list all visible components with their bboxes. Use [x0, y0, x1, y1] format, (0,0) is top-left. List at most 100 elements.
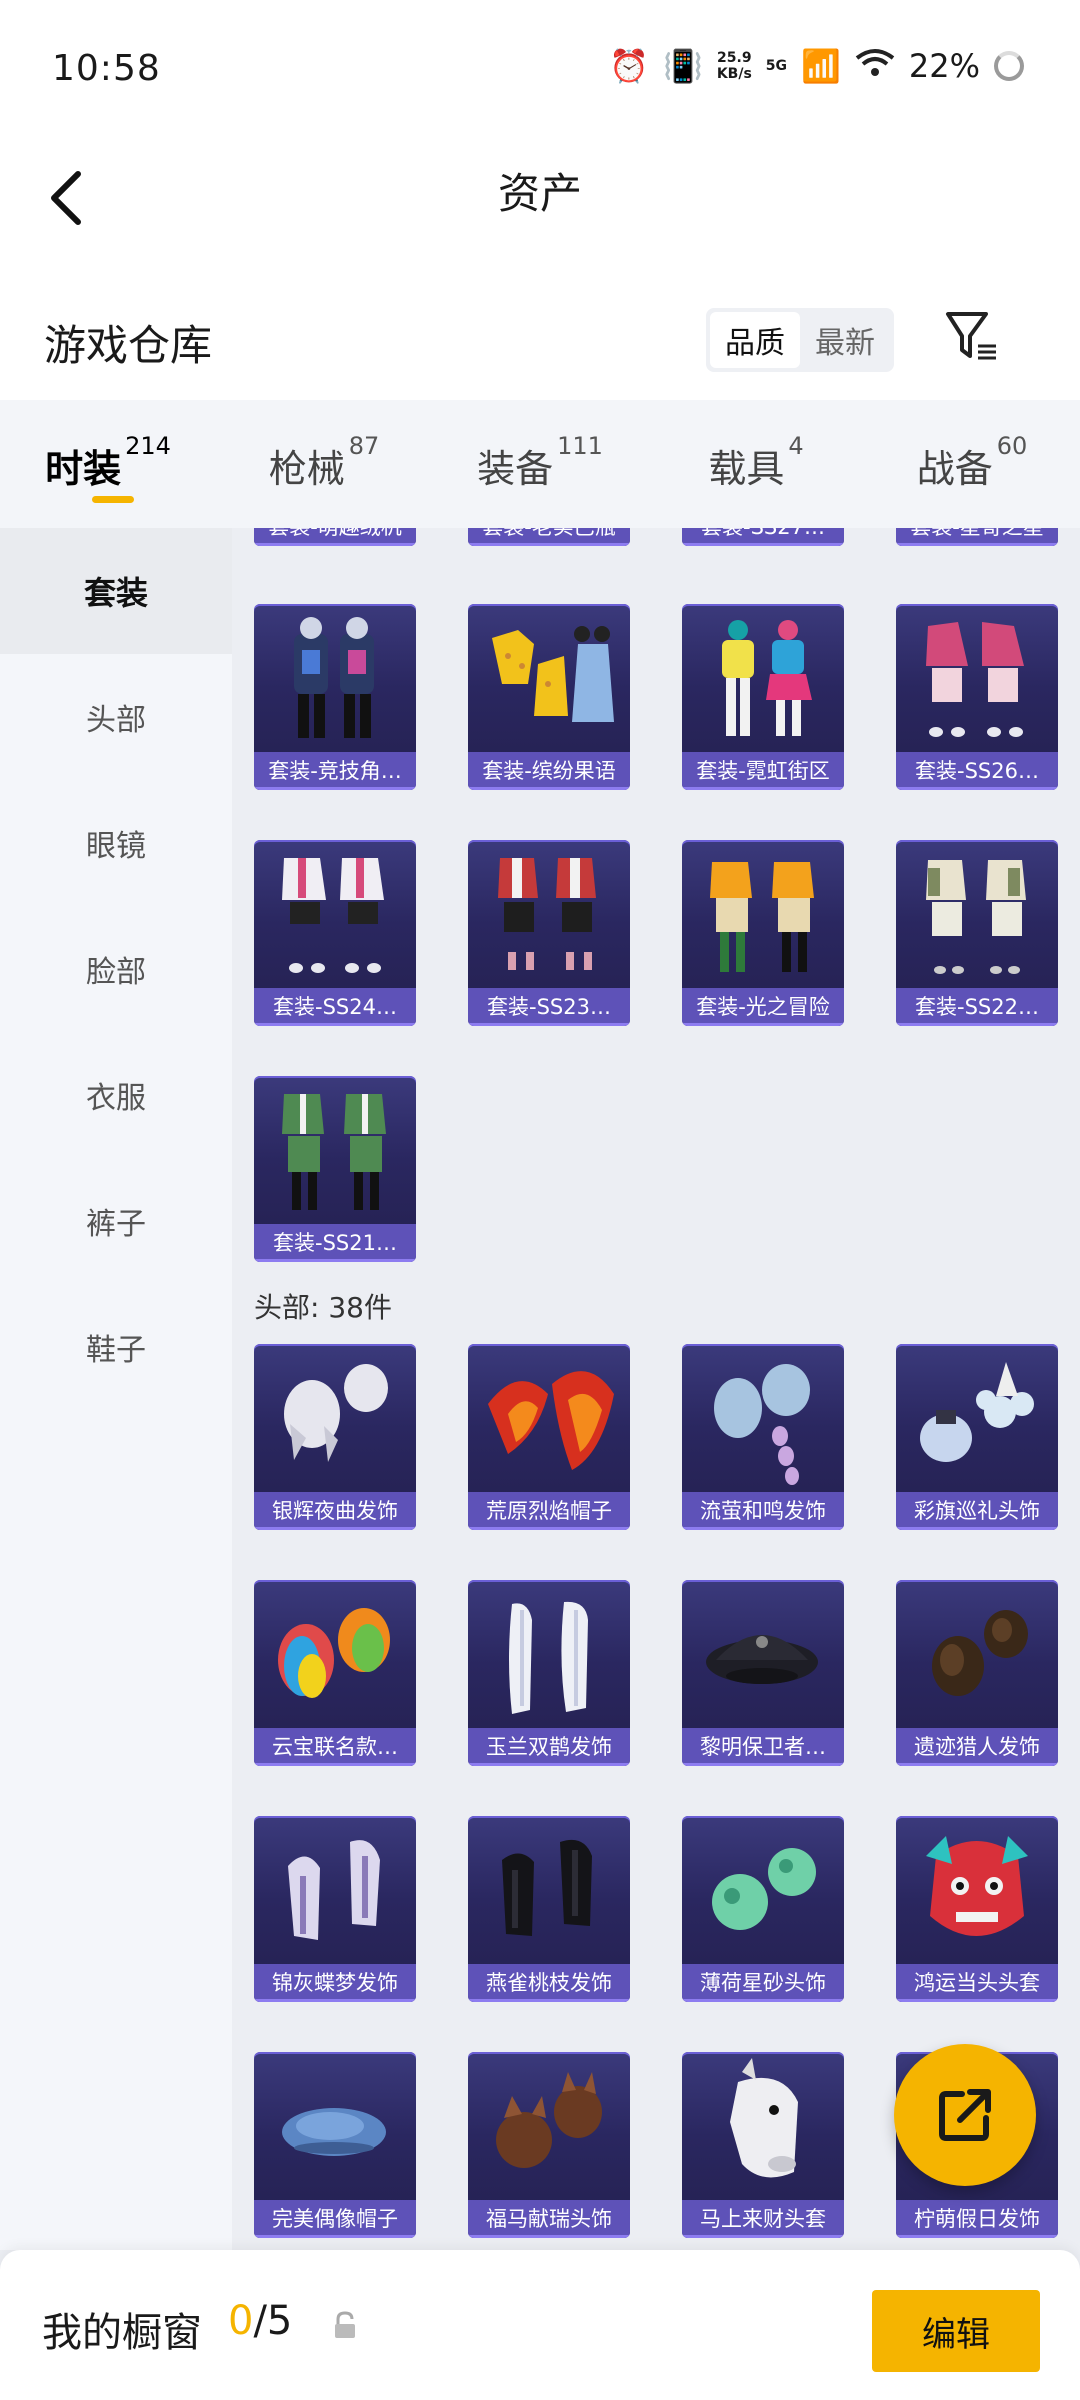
item-card[interactable]: 套装-SS24…: [254, 840, 416, 1026]
item-card[interactable]: 银辉夜曲发饰: [254, 1344, 416, 1530]
sort-toggle: 品质 最新: [706, 308, 894, 372]
outfit-image: [926, 860, 1026, 974]
section-label-head: 头部: 38件: [254, 1291, 392, 1324]
sort-quality-button[interactable]: 品质: [710, 312, 800, 368]
item-card[interactable]: 套装-霓虹街区: [682, 604, 844, 790]
page-header: 资产: [0, 140, 1080, 270]
sidebar-item-shoes[interactable]: 鞋子: [0, 1284, 232, 1410]
item-card[interactable]: 锦灰蝶梦发饰: [254, 1816, 416, 2002]
category-tabs: 时装 214 枪械 87 装备 111 载具 4 战备 60: [0, 400, 1080, 528]
wifi-icon: [855, 46, 895, 86]
tab-supplies[interactable]: 战备 60: [864, 400, 1080, 528]
item-image: [706, 1635, 818, 1684]
item-card[interactable]: 黎明保卫者…: [682, 1580, 844, 1766]
sidebar-item-head[interactable]: 头部: [0, 654, 232, 780]
item-name: 黎明保卫者…: [682, 1728, 844, 1766]
item-name: 柠萌假日发饰: [896, 2200, 1058, 2238]
item-card[interactable]: 玉兰双鹊发饰: [468, 1580, 630, 1766]
item-card[interactable]: 套装-光之冒险: [682, 840, 844, 1026]
item-image: [714, 1364, 810, 1485]
item-name: 套装-SS21…: [254, 1224, 416, 1262]
net-speed: 25.9 KB/s: [716, 50, 752, 82]
tab-equipment[interactable]: 装备 111: [432, 400, 648, 528]
filter-icon: [946, 312, 996, 360]
item-card[interactable]: 荒原烈焰帽子: [468, 1344, 630, 1530]
sidebar-item-clothes[interactable]: 衣服: [0, 1032, 232, 1158]
item-card[interactable]: 燕雀桃枝发饰: [468, 1816, 630, 2002]
item-name: 鸿运当头头套: [896, 1964, 1058, 2002]
outfit-image: [710, 862, 814, 972]
warehouse-header: 游戏仓库 品质 最新: [0, 270, 1080, 400]
lock-icon: [335, 2311, 355, 2338]
item-image: [288, 1840, 380, 1940]
battery-percent: 22%: [908, 47, 980, 85]
item-name: 套装-SS24…: [254, 988, 416, 1026]
outfit-image: [498, 858, 596, 970]
item-name: 银辉夜曲发饰: [254, 1492, 416, 1530]
showcase-count: 0/5: [228, 2298, 293, 2344]
sidebar-item-pants[interactable]: 裤子: [0, 1158, 232, 1284]
filter-button[interactable]: [942, 306, 1002, 366]
item-card[interactable]: 套装-SS26…: [896, 604, 1058, 790]
active-tab-indicator: [92, 496, 134, 503]
item-card[interactable]: 云宝联名款…: [254, 1580, 416, 1766]
item-card[interactable]: 套装-老实巴瓶: [468, 528, 630, 546]
item-card[interactable]: 套装-星哥之星: [896, 528, 1058, 546]
item-card[interactable]: 流萤和鸣发饰: [682, 1344, 844, 1530]
item-image: [502, 1839, 592, 1936]
share-icon: [939, 2089, 991, 2141]
item-card[interactable]: 彩旗巡礼头饰: [896, 1344, 1058, 1530]
item-name: 马上来财头套: [682, 2200, 844, 2238]
item-name: 套装-霓虹街区: [682, 752, 844, 790]
item-name: 遗迹猎人发饰: [896, 1728, 1058, 1766]
item-name: 云宝联名款…: [254, 1728, 416, 1766]
bottom-bar: 我的橱窗 0/5 编辑: [0, 2250, 1080, 2400]
item-card[interactable]: 套装-缤纷果语: [468, 604, 630, 790]
item-image: [488, 1371, 614, 1470]
tab-guns[interactable]: 枪械 87: [216, 400, 432, 528]
item-name: 套装-竞技角…: [254, 752, 416, 790]
item-name: 彩旗巡礼头饰: [896, 1492, 1058, 1530]
outfit-image: [282, 1094, 386, 1210]
tab-fashion[interactable]: 时装 214: [0, 400, 216, 528]
item-name: 福马献瑞头饰: [468, 2200, 630, 2238]
item-card[interactable]: 马上来财头套: [682, 2052, 844, 2238]
item-image: [496, 2072, 602, 2168]
item-image: [509, 1601, 588, 1714]
item-card[interactable]: 套装-SS21…: [254, 1076, 416, 1262]
item-card[interactable]: 福马献瑞头饰: [468, 2052, 630, 2238]
item-name: 流萤和鸣发饰: [682, 1492, 844, 1530]
sort-newest-button[interactable]: 最新: [800, 312, 890, 368]
item-name: 套装-SS26…: [896, 752, 1058, 790]
sidebar-item-outfit[interactable]: 套装: [0, 528, 232, 654]
item-name: 薄荷星砂头饰: [682, 1964, 844, 2002]
warehouse-title: 游戏仓库: [44, 321, 213, 370]
item-card[interactable]: 套装-SS22…: [896, 840, 1058, 1026]
status-bar: 10:58 ⏰ 📳 25.9 KB/s 5G 📶 22%: [0, 0, 1080, 140]
item-name: 套装-缤纷果语: [468, 752, 630, 790]
share-button[interactable]: [894, 2044, 1036, 2186]
item-image: [730, 2058, 798, 2178]
item-name: 套装-星哥之星: [896, 528, 1058, 546]
item-card[interactable]: 套装-SS23…: [468, 840, 630, 1026]
outfit-image: [492, 626, 614, 722]
item-name: 套装-光之冒险: [682, 988, 844, 1026]
item-card[interactable]: 套装-SS27…: [682, 528, 844, 546]
alarm-icon: ⏰: [609, 47, 649, 85]
item-card[interactable]: 套装-竞技角…: [254, 604, 416, 790]
item-card[interactable]: 遗迹猎人发饰: [896, 1580, 1058, 1766]
sidebar-item-glasses[interactable]: 眼镜: [0, 780, 232, 906]
item-card[interactable]: 鸿运当头头套: [896, 1816, 1058, 2002]
sidebar-item-face[interactable]: 脸部: [0, 906, 232, 1032]
item-card[interactable]: 套装-萌趣绒机: [254, 528, 416, 546]
tab-vehicles[interactable]: 载具 4: [648, 400, 864, 528]
item-image: [282, 2108, 386, 2156]
network-type: 5G: [765, 58, 788, 74]
item-card[interactable]: 薄荷星砂头饰: [682, 1816, 844, 2002]
edit-button[interactable]: 编辑: [872, 2290, 1040, 2372]
vibrate-icon: 📳: [662, 47, 703, 85]
signal-icon: 📶: [801, 47, 841, 85]
item-image: [284, 1364, 388, 1462]
item-card[interactable]: 完美偶像帽子: [254, 2052, 416, 2238]
item-image: [926, 1836, 1028, 1936]
